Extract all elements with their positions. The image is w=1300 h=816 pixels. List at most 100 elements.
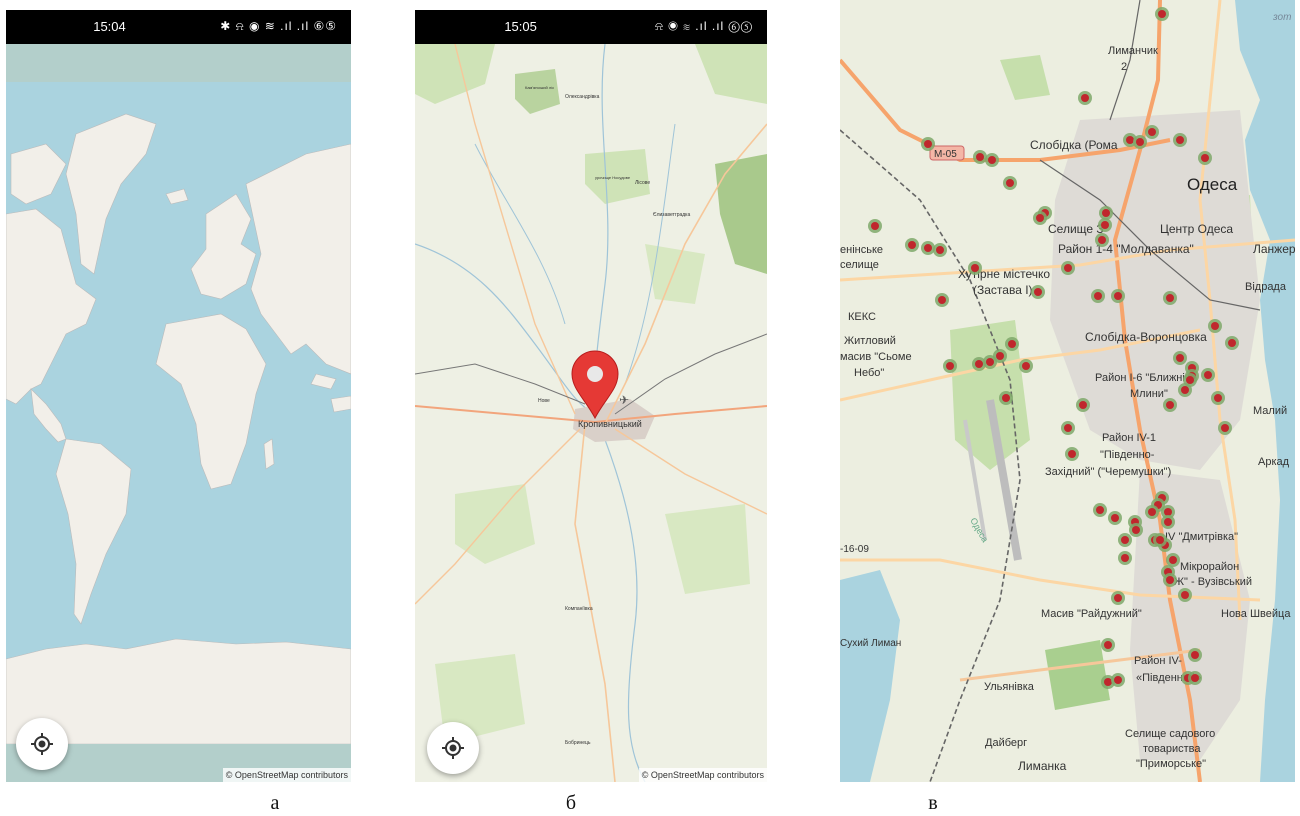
stop-marker-icon[interactable]	[1036, 214, 1044, 222]
stop-marker-icon[interactable]	[1191, 651, 1199, 659]
stop-marker-icon[interactable]	[1156, 536, 1164, 544]
label-arkadiia: Аркад	[1258, 456, 1290, 468]
status-icons: ✱ ⍾ ◉ ≋ .ıl .ıl ⑥⑤	[220, 19, 337, 33]
label-mlyny: Млини"	[1130, 388, 1168, 400]
stop-marker-icon[interactable]	[1186, 376, 1194, 384]
svg-text:✈: ✈	[619, 393, 629, 407]
stop-marker-icon[interactable]	[1132, 526, 1140, 534]
stop-marker-icon[interactable]	[1096, 506, 1104, 514]
map-attribution[interactable]: © OpenStreetMap contributors	[222, 768, 351, 782]
stop-marker-icon[interactable]	[1126, 136, 1134, 144]
stop-marker-icon[interactable]	[1081, 94, 1089, 102]
stop-marker-icon[interactable]	[1121, 554, 1129, 562]
stop-marker-icon[interactable]	[1068, 450, 1076, 458]
stop-marker-icon[interactable]	[1166, 294, 1174, 302]
label-road-m05: М-05	[934, 149, 957, 160]
stop-marker-icon[interactable]	[1164, 518, 1172, 526]
map-attribution[interactable]: © OpenStreetMap contributors	[638, 768, 767, 782]
stop-marker-icon[interactable]	[936, 246, 944, 254]
stop-marker-icon[interactable]	[1064, 424, 1072, 432]
stop-marker-icon[interactable]	[1181, 591, 1189, 599]
stop-marker-icon[interactable]	[1034, 288, 1042, 296]
status-icons: ⍾ ◉ ≋ .ıl .ıl ⑥⑤	[655, 19, 753, 33]
stop-marker-icon[interactable]	[1114, 676, 1122, 684]
stop-marker-icon[interactable]	[1166, 576, 1174, 584]
label-zakhidnyi: Західний" ("Черемушки")	[1045, 466, 1171, 478]
crosshair-icon	[442, 737, 464, 759]
label-yelyzavetgradka: Єлизаветградка	[653, 212, 690, 218]
stop-marker-icon[interactable]	[1164, 508, 1172, 516]
stop-marker-icon[interactable]	[1002, 394, 1010, 402]
odesa-map[interactable]: Лиманчик 2 М-05 Слобідка (Рома Одеса Сел…	[840, 0, 1295, 782]
stop-marker-icon[interactable]	[1102, 209, 1110, 217]
status-bar: 15:05 ⍾ ◉ ≋ .ıl .ıl ⑥⑤	[415, 10, 767, 44]
label-lanzheron: Ланжер	[1253, 242, 1295, 256]
stop-marker-icon[interactable]	[1008, 340, 1016, 348]
stop-marker-icon[interactable]	[1176, 136, 1184, 144]
odesa-stops-map: Лиманчик 2 М-05 Слобідка (Рома Одеса Сел…	[840, 0, 1295, 782]
stop-marker-icon[interactable]	[1166, 401, 1174, 409]
label-ulyanivka: Ульянівка	[984, 681, 1035, 693]
stop-marker-icon[interactable]	[1111, 514, 1119, 522]
city-area-map[interactable]: Олександрівка Кам'янський ліс урочище Но…	[415, 44, 767, 782]
stop-marker-icon[interactable]	[1114, 594, 1122, 602]
stop-marker-icon[interactable]	[1064, 264, 1072, 272]
stop-marker-icon[interactable]	[946, 362, 954, 370]
stop-marker-icon[interactable]	[938, 296, 946, 304]
stop-marker-icon[interactable]	[1148, 128, 1156, 136]
label-zhytlovyi: Житловий	[844, 335, 896, 347]
label-kompaniivka: Компаніївка	[565, 606, 593, 612]
stop-marker-icon[interactable]	[1121, 536, 1129, 544]
stop-marker-icon[interactable]	[1079, 401, 1087, 409]
label-lymanchyk: Лиманчик	[1108, 45, 1158, 57]
stop-marker-icon[interactable]	[1022, 362, 1030, 370]
label-rayon-14: Район 1-4 "Молдаванка"	[1058, 242, 1194, 256]
stop-marker-icon[interactable]	[996, 352, 1004, 360]
stop-marker-icon[interactable]	[1191, 674, 1199, 682]
stop-marker-icon[interactable]	[871, 222, 879, 230]
label-city: Кропивницький	[578, 419, 642, 429]
stop-marker-icon[interactable]	[1148, 508, 1156, 516]
stop-marker-icon[interactable]	[1228, 339, 1236, 347]
stop-marker-icon[interactable]	[924, 140, 932, 148]
label-urochyshche: урочище Носудове	[595, 175, 631, 180]
stop-marker-icon[interactable]	[1104, 678, 1112, 686]
stop-marker-icon[interactable]	[1181, 386, 1189, 394]
stop-marker-icon[interactable]	[908, 241, 916, 249]
stop-marker-icon[interactable]	[1169, 556, 1177, 564]
label-masyv-raiduzhnyi: Масив "Райдужний"	[1041, 608, 1142, 620]
label-zastava: (Застава І)	[973, 283, 1033, 297]
stop-marker-icon[interactable]	[975, 360, 983, 368]
caption-c: в	[928, 792, 938, 814]
stop-marker-icon[interactable]	[971, 264, 979, 272]
caption-a: а	[270, 792, 280, 814]
label-zh-vuzivskyi: "Ж" - Вузівський	[1170, 576, 1252, 588]
label-tovarystva: товариства	[1143, 743, 1201, 755]
stop-marker-icon[interactable]	[976, 153, 984, 161]
stop-marker-icon[interactable]	[1221, 424, 1229, 432]
stop-marker-icon[interactable]	[1104, 641, 1112, 649]
my-location-button[interactable]	[427, 722, 479, 774]
stop-marker-icon[interactable]	[1136, 138, 1144, 146]
stop-marker-icon[interactable]	[1094, 292, 1102, 300]
label-selyshche-z: Селище З	[1048, 222, 1104, 236]
label-lisove: Лісове	[635, 180, 650, 186]
stop-marker-icon[interactable]	[1158, 10, 1166, 18]
label-vidrada: Відрада	[1245, 281, 1287, 293]
stop-marker-icon[interactable]	[1114, 292, 1122, 300]
stop-marker-icon[interactable]	[1201, 154, 1209, 162]
stop-marker-icon[interactable]	[1214, 394, 1222, 402]
stop-marker-icon[interactable]	[1211, 322, 1219, 330]
label-road-1609: -16-09	[840, 544, 869, 555]
stop-marker-icon[interactable]	[986, 358, 994, 366]
stop-marker-icon[interactable]	[1098, 236, 1106, 244]
my-location-button[interactable]	[16, 718, 68, 770]
stop-marker-icon[interactable]	[1006, 179, 1014, 187]
stop-marker-icon[interactable]	[1101, 221, 1109, 229]
stop-marker-icon[interactable]	[1204, 371, 1212, 379]
stop-marker-icon[interactable]	[988, 156, 996, 164]
world-map[interactable]	[6, 44, 351, 782]
stop-marker-icon[interactable]	[1176, 354, 1184, 362]
label-lymanchyk-2: 2	[1121, 61, 1127, 73]
stop-marker-icon[interactable]	[924, 244, 932, 252]
